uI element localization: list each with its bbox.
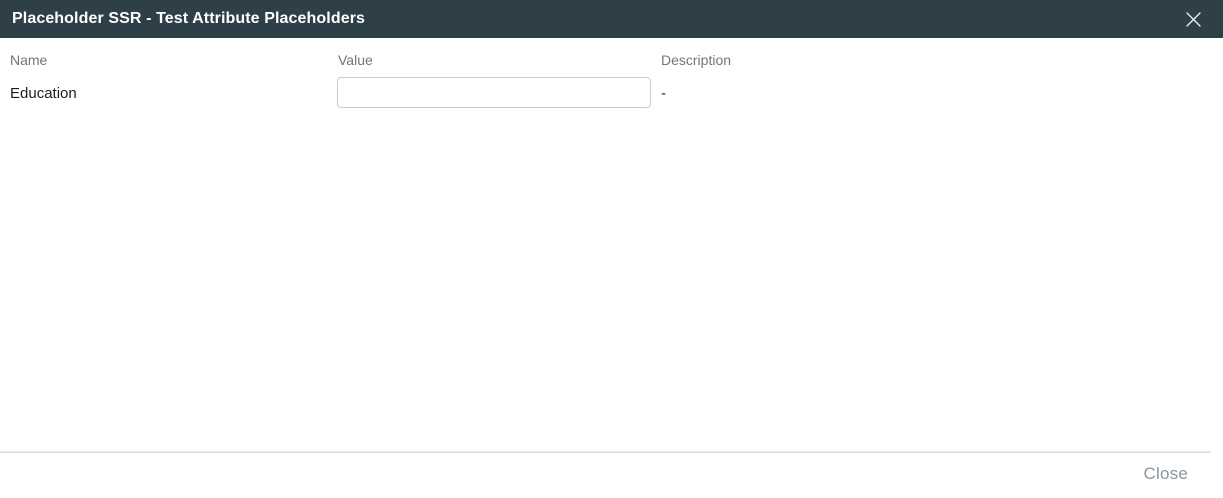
close-button[interactable] (1183, 9, 1204, 30)
close-icon (1185, 11, 1202, 28)
column-header-name: Name (10, 52, 47, 68)
attribute-name-label: Education (10, 85, 77, 102)
footer-close-button[interactable]: Close (1144, 464, 1188, 484)
dialog-header: Placeholder SSR - Test Attribute Placeho… (0, 0, 1223, 38)
value-input[interactable] (337, 77, 651, 108)
column-header-value: Value (338, 52, 373, 68)
dialog-footer: Close (0, 453, 1223, 498)
dialog-title: Placeholder SSR - Test Attribute Placeho… (12, 10, 365, 28)
attribute-description: - (661, 85, 666, 102)
modal-dialog: Placeholder SSR - Test Attribute Placeho… (0, 0, 1223, 498)
column-header-description: Description (661, 52, 731, 68)
